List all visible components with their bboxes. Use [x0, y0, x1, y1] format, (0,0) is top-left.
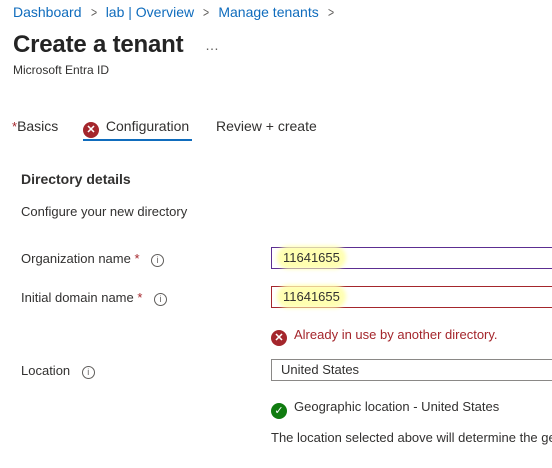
org-name-label-text: Organization name	[21, 251, 131, 266]
org-name-value: 11641655	[281, 250, 342, 265]
location-value: United States	[281, 362, 360, 377]
breadcrumb: Dashboard > lab | Overview > Manage tenants >	[13, 4, 343, 20]
required-marker: *	[137, 290, 143, 305]
location-label-text: Location	[21, 363, 71, 378]
error-icon: ✕	[271, 330, 287, 346]
chevron-right-icon: >	[90, 4, 97, 20]
page-subtitle: Microsoft Entra ID	[13, 63, 110, 77]
domain-name-label: Initial domain name * i	[21, 290, 168, 306]
org-name-label: Organization name * i	[21, 251, 165, 267]
info-icon[interactable]: i	[151, 254, 165, 267]
domain-error-text: Already in use by another directory.	[294, 327, 498, 342]
required-marker: *	[134, 251, 140, 266]
info-icon[interactable]: i	[154, 293, 168, 306]
tab-basics-label: Basics	[17, 118, 59, 134]
domain-name-input[interactable]: 11641655	[271, 286, 552, 308]
breadcrumb-manage-tenants[interactable]: Manage tenants	[218, 4, 318, 20]
info-icon[interactable]: i	[81, 366, 95, 379]
active-tab-indicator	[83, 139, 192, 141]
tab-basics[interactable]: *Basics	[12, 118, 58, 142]
breadcrumb-lab-overview[interactable]: lab | Overview	[106, 4, 194, 20]
location-status: ✓ Geographic location - United States	[271, 399, 499, 419]
tab-review-create-label: Review + create	[216, 118, 317, 134]
domain-name-label-text: Initial domain name	[21, 290, 134, 305]
tab-review-create[interactable]: Review + create	[216, 118, 317, 142]
location-label: Location i	[21, 363, 95, 379]
error-icon: ✕	[83, 122, 99, 138]
section-description: Configure your new directory	[21, 204, 188, 219]
checkmark-icon: ✓	[271, 403, 287, 419]
chevron-right-icon: >	[203, 4, 210, 20]
domain-name-value: 11641655	[281, 289, 342, 304]
section-title: Directory details	[21, 171, 131, 187]
location-status-text: Geographic location - United States	[294, 399, 500, 414]
domain-error-message: ✕ Already in use by another directory.	[271, 327, 498, 346]
page-title: Create a tenant	[13, 31, 184, 58]
more-options-button[interactable]: …	[205, 37, 220, 53]
tab-configuration-label: Configuration	[105, 118, 190, 134]
location-select[interactable]: United States	[271, 359, 552, 381]
breadcrumb-dashboard[interactable]: Dashboard	[13, 4, 82, 20]
chevron-right-icon: >	[327, 4, 334, 20]
location-note: The location selected above will determi…	[271, 430, 552, 445]
org-name-input[interactable]: 11641655	[271, 247, 552, 269]
